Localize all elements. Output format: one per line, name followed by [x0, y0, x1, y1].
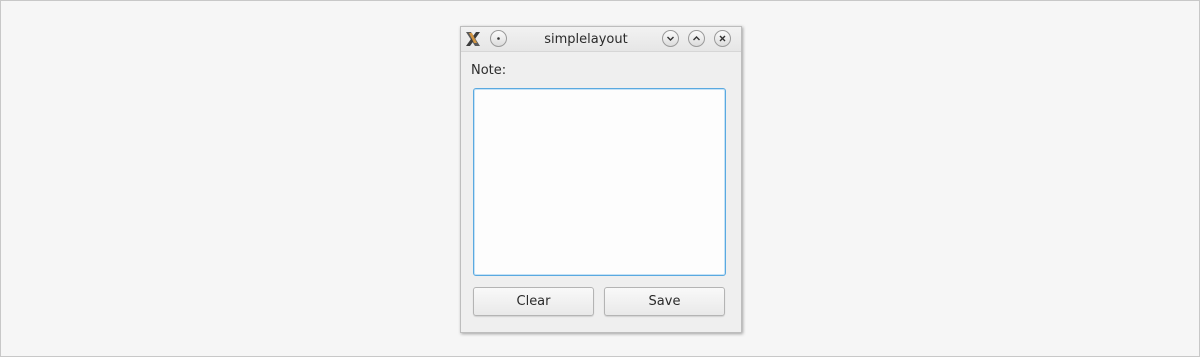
window-title: simplelayout	[544, 32, 628, 47]
save-button[interactable]: Save	[604, 287, 725, 316]
maximize-button[interactable]	[688, 30, 705, 47]
desktop: simplelayout Note: Clear Save	[0, 0, 1200, 357]
close-button[interactable]	[714, 30, 731, 47]
note-label: Note:	[471, 63, 507, 78]
chevron-down-icon	[666, 34, 675, 43]
title-bar[interactable]: simplelayout	[461, 27, 741, 52]
dot-icon	[495, 35, 502, 42]
clear-button[interactable]: Clear	[473, 287, 594, 316]
app-window: simplelayout Note: Clear Save	[460, 26, 742, 333]
minimize-button[interactable]	[662, 30, 679, 47]
note-textarea[interactable]	[473, 88, 726, 276]
window-menu-button[interactable]	[490, 30, 507, 47]
chevron-up-icon	[692, 34, 701, 43]
close-icon	[718, 34, 727, 43]
x-icon[interactable]	[464, 30, 482, 48]
